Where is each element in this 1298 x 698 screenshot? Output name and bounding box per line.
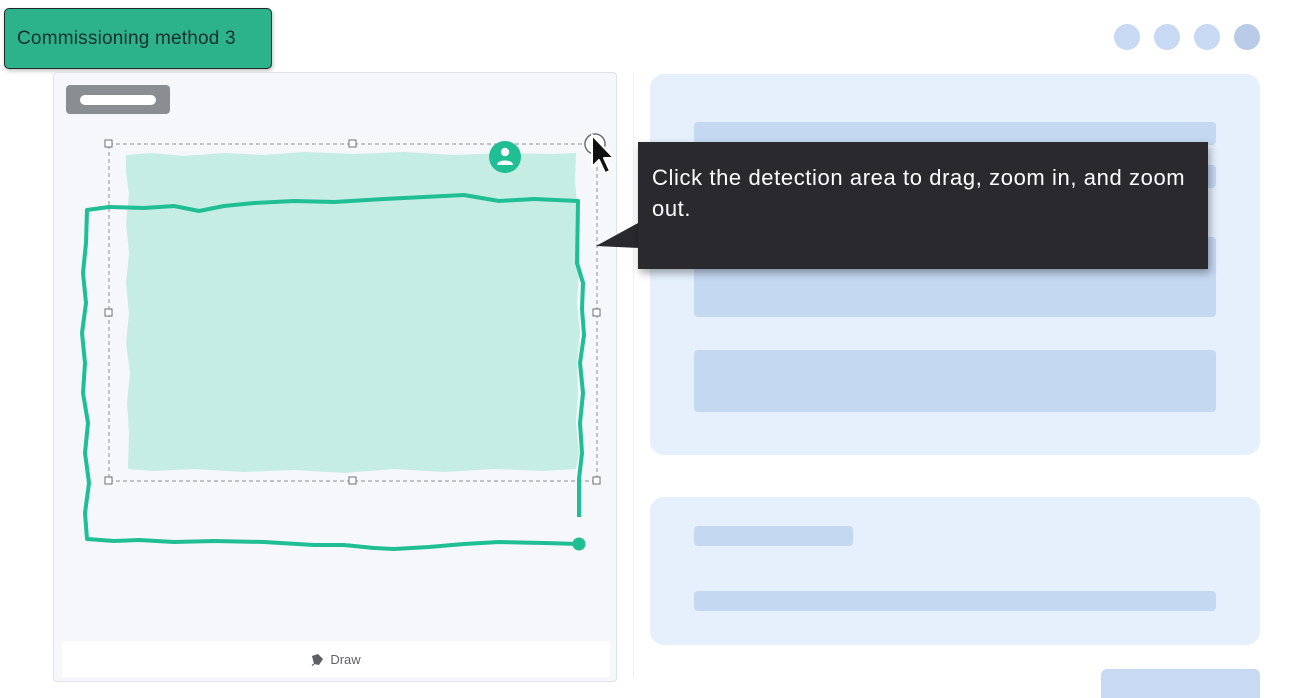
- placeholder-block-2: [694, 350, 1216, 412]
- placeholder-short-bar: [694, 526, 853, 546]
- draw-icon: [311, 653, 324, 666]
- window-dot-4[interactable]: [1234, 24, 1260, 50]
- window-dot-2[interactable]: [1154, 24, 1180, 50]
- resize-handle-bottom-right[interactable]: [592, 476, 601, 485]
- panel-divider: [633, 72, 634, 677]
- resize-handle-middle-right[interactable]: [592, 308, 601, 317]
- detection-editor-panel: Draw: [53, 72, 617, 682]
- cursor-arrow-icon: [591, 134, 615, 174]
- resize-handle-middle-left[interactable]: [104, 308, 113, 317]
- resize-handle-top-middle[interactable]: [348, 139, 357, 148]
- method-badge-label: Commissioning method 3: [17, 27, 236, 49]
- window-dot-1[interactable]: [1114, 24, 1140, 50]
- draw-button-label: Draw: [330, 651, 361, 667]
- action-button-placeholder[interactable]: [1101, 669, 1260, 698]
- method-badge: Commissioning method 3: [4, 8, 272, 69]
- detection-canvas[interactable]: [54, 73, 618, 633]
- user-icon[interactable]: [489, 141, 521, 173]
- resize-handle-top-left[interactable]: [104, 139, 113, 148]
- draw-button[interactable]: Draw: [62, 641, 610, 677]
- resize-handle-bottom-left[interactable]: [104, 476, 113, 485]
- window-dot-3[interactable]: [1194, 24, 1220, 50]
- boundary-end-point[interactable]: [572, 537, 586, 551]
- info-card-placeholder: [650, 497, 1260, 645]
- page: Commissioning method 3 Draw Click the de…: [0, 0, 1298, 698]
- resize-handle-bottom-middle[interactable]: [348, 476, 357, 485]
- tooltip: Click the detection area to drag, zoom i…: [638, 142, 1208, 269]
- tooltip-pointer: [596, 222, 640, 248]
- window-controls: [1114, 24, 1260, 50]
- placeholder-long-bar: [694, 591, 1216, 611]
- tooltip-text: Click the detection area to drag, zoom i…: [652, 165, 1186, 221]
